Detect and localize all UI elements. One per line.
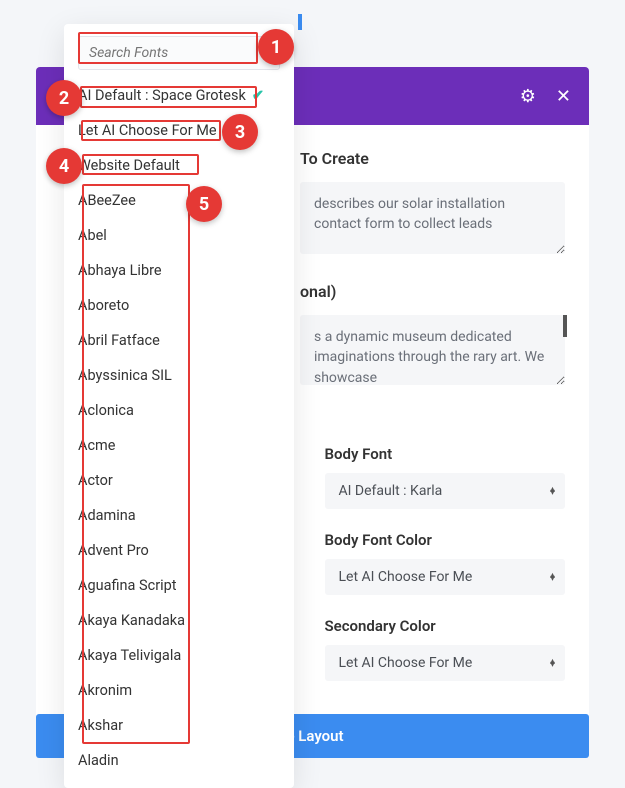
font-option[interactable]: Aladin bbox=[64, 743, 294, 778]
font-option[interactable]: ABeeZee bbox=[64, 183, 294, 218]
font-option-ai-default[interactable]: AI Default : Space Grotesk ✔ bbox=[64, 78, 294, 113]
font-option-label: Advent Pro bbox=[78, 542, 149, 559]
secondary-color-value: Let AI Choose For Me bbox=[339, 655, 473, 671]
close-icon[interactable]: ✕ bbox=[556, 86, 571, 107]
check-icon: ✔ bbox=[252, 87, 264, 104]
font-option[interactable]: Acme bbox=[64, 428, 294, 463]
gear-icon[interactable]: ⚙ bbox=[520, 86, 536, 107]
describe-textarea[interactable]: describes our solar installation contact… bbox=[300, 182, 565, 254]
section-create: To Create describes our solar installati… bbox=[300, 149, 565, 258]
annotation-badge-4: 4 bbox=[46, 148, 82, 184]
font-option[interactable]: Akshar bbox=[64, 708, 294, 743]
font-option-label: AI Default : Space Grotesk bbox=[78, 87, 246, 104]
font-option[interactable]: Adamina bbox=[64, 498, 294, 533]
body-font-color-col: Body Font Color Let AI Choose For Me bbox=[325, 531, 566, 595]
chevron-updown-icon bbox=[550, 487, 555, 495]
font-option-label: Aguafina Script bbox=[78, 577, 177, 594]
font-option-label: Abhaya Libre bbox=[78, 262, 162, 279]
font-option[interactable]: Advent Pro bbox=[64, 533, 294, 568]
body-font-label: Body Font bbox=[325, 445, 566, 463]
font-option[interactable]: Abyssinica SIL bbox=[64, 358, 294, 393]
body-font-value: AI Default : Karla bbox=[339, 483, 443, 499]
font-option[interactable]: Actor bbox=[64, 463, 294, 498]
secondary-color-col: Secondary Color Let AI Choose For Me bbox=[325, 617, 566, 681]
annotation-badge-3: 3 bbox=[222, 114, 258, 150]
font-picker-popover: AI Default : Space Grotesk ✔ Let AI Choo… bbox=[64, 24, 294, 788]
font-option-label: Aboreto bbox=[78, 297, 129, 314]
font-option-label: Aclonica bbox=[78, 402, 134, 419]
font-option-label: Abyssinica SIL bbox=[78, 367, 172, 384]
font-option-label: Aladin bbox=[78, 752, 119, 769]
secondary-color-label: Secondary Color bbox=[325, 617, 566, 635]
font-option-label: Akshar bbox=[78, 717, 123, 734]
chevron-updown-icon bbox=[550, 573, 555, 581]
font-option-label: Akronim bbox=[78, 682, 132, 699]
font-option[interactable]: Abhaya Libre bbox=[64, 253, 294, 288]
font-option-label: Adamina bbox=[78, 507, 136, 524]
font-option[interactable]: Akaya Telivigala bbox=[64, 638, 294, 673]
body-font-color-value: Let AI Choose For Me bbox=[339, 569, 473, 585]
font-option-label: Akaya Telivigala bbox=[78, 647, 181, 664]
textarea-scrollbar[interactable] bbox=[563, 315, 567, 337]
font-option-website-default[interactable]: Website Default bbox=[64, 148, 294, 183]
secondary-color-dropdown[interactable]: Let AI Choose For Me bbox=[325, 645, 566, 681]
font-list: ABeeZee Abel Abhaya Libre Aboreto Abril Fatf… bbox=[64, 183, 294, 778]
body-font-color-dropdown[interactable]: Let AI Choose For Me bbox=[325, 559, 566, 595]
body-font-color-label: Body Font Color bbox=[325, 531, 566, 549]
font-option[interactable]: Abel bbox=[64, 218, 294, 253]
font-option-label: Website Default bbox=[78, 157, 180, 174]
annotation-badge-2: 2 bbox=[46, 80, 82, 116]
font-option-label: ABeeZee bbox=[78, 192, 136, 209]
details-textarea[interactable]: s a dynamic museum dedicated imagination… bbox=[300, 315, 565, 385]
font-option[interactable]: Akaya Kanadaka bbox=[64, 603, 294, 638]
font-option[interactable]: Aguafina Script bbox=[64, 568, 294, 603]
section-heading-create: To Create bbox=[300, 149, 565, 168]
annotation-badge-1: 1 bbox=[258, 29, 294, 65]
section-heading-optional: onal) bbox=[300, 282, 565, 301]
font-option-label: Let AI Choose For Me bbox=[78, 122, 217, 139]
font-option-label: Acme bbox=[78, 437, 115, 454]
font-option-label: Abril Fatface bbox=[78, 332, 160, 349]
body-font-dropdown[interactable]: AI Default : Karla bbox=[325, 473, 566, 509]
font-option-label: Akaya Kanadaka bbox=[78, 612, 185, 629]
font-option[interactable]: Abril Fatface bbox=[64, 323, 294, 358]
font-option-label: Actor bbox=[78, 472, 113, 489]
body-font-col: Body Font AI Default : Karla bbox=[325, 445, 566, 509]
chevron-updown-icon bbox=[550, 659, 555, 667]
font-option[interactable]: Aclonica bbox=[64, 393, 294, 428]
annotation-badge-5: 5 bbox=[186, 186, 222, 222]
search-fonts-input[interactable] bbox=[78, 36, 280, 70]
font-option[interactable]: Akronim bbox=[64, 673, 294, 708]
top-indicator bbox=[298, 14, 302, 30]
section-optional: onal) s a dynamic museum dedicated imagi… bbox=[300, 282, 565, 389]
font-option[interactable]: Aboreto bbox=[64, 288, 294, 323]
font-option-let-ai[interactable]: Let AI Choose For Me bbox=[64, 113, 294, 148]
font-option-label: Abel bbox=[78, 227, 107, 244]
